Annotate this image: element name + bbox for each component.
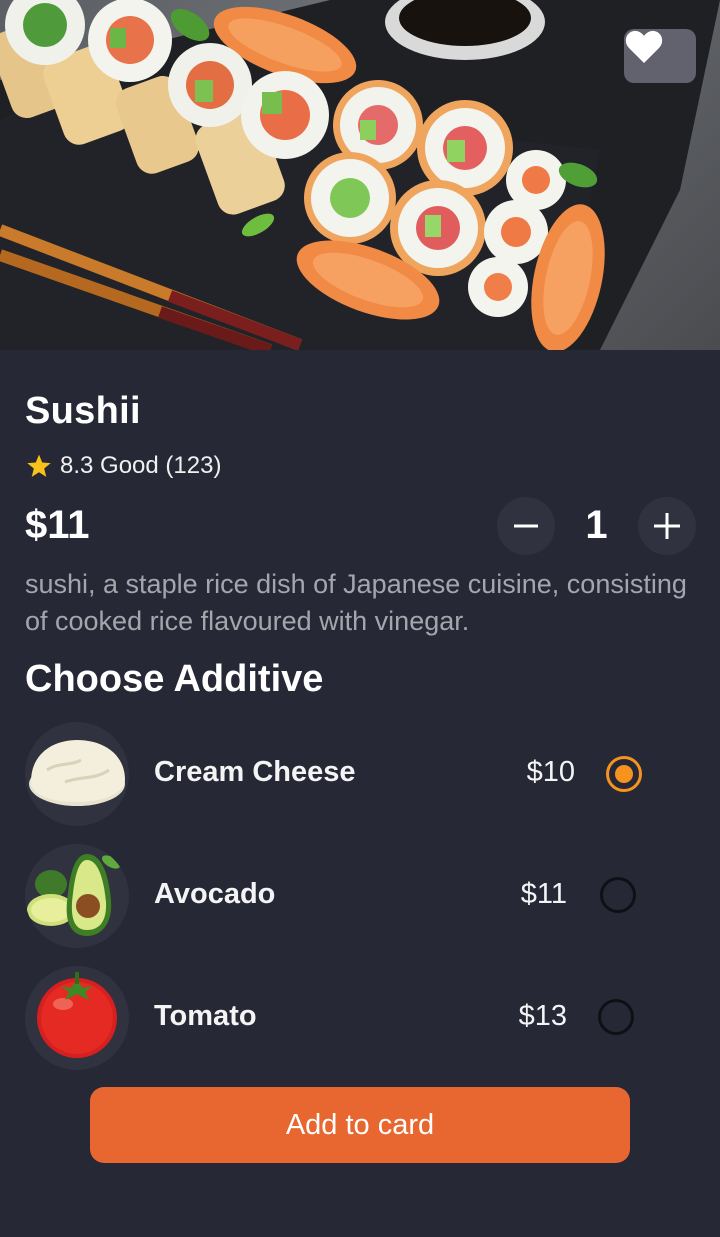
product-description: sushi, a staple rice dish of Japanese cu… bbox=[25, 569, 687, 636]
additive-name: Cream Cheese bbox=[154, 756, 356, 788]
sushi-platter-illustration bbox=[0, 0, 720, 350]
additive-price: $10 bbox=[526, 756, 575, 788]
additive-radio-selected[interactable] bbox=[606, 756, 642, 792]
additive-name: Tomato bbox=[154, 1000, 257, 1032]
favorite-button[interactable] bbox=[624, 29, 696, 83]
plus-icon bbox=[654, 513, 680, 539]
product-title: Sushii bbox=[25, 390, 141, 432]
decrease-quantity-button[interactable] bbox=[497, 497, 555, 555]
rating-row: 8.3 Good (123) bbox=[26, 452, 221, 480]
avocado-image bbox=[25, 844, 129, 948]
increase-quantity-button[interactable] bbox=[638, 497, 696, 555]
tomato-image bbox=[25, 966, 129, 1070]
product-price: $11 bbox=[25, 503, 90, 547]
quantity-value: 1 bbox=[585, 503, 608, 547]
additive-radio[interactable] bbox=[598, 999, 634, 1035]
additive-price: $11 bbox=[520, 878, 567, 910]
cream-cheese-image bbox=[25, 722, 129, 826]
minus-icon bbox=[514, 524, 538, 528]
hero-image bbox=[0, 0, 720, 350]
additive-price: $13 bbox=[518, 1000, 567, 1032]
quantity-stepper: 1 bbox=[497, 497, 697, 555]
additive-item-tomato[interactable]: Tomato $13 bbox=[25, 966, 685, 1070]
additive-name: Avocado bbox=[154, 878, 276, 910]
additive-radio[interactable] bbox=[600, 877, 636, 913]
star-icon bbox=[27, 454, 51, 477]
additive-item-avocado[interactable]: Avocado $11 bbox=[25, 844, 685, 948]
additive-item-cream-cheese[interactable]: Cream Cheese $10 bbox=[25, 722, 685, 826]
additive-section-title: Choose Additive bbox=[25, 658, 324, 700]
rating-text: 8.3 Good (123) bbox=[60, 452, 222, 479]
heart-icon bbox=[625, 30, 663, 63]
add-to-card-button[interactable]: Add to card bbox=[90, 1087, 630, 1163]
